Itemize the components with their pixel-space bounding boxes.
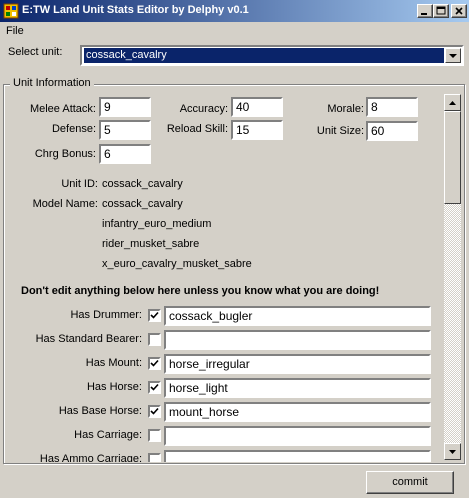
reload-skill-label: Reload Skill: <box>166 123 228 135</box>
has-ammo-carriage-checkbox[interactable] <box>148 453 161 462</box>
has-standard-bearer-checkbox[interactable] <box>148 333 161 346</box>
scroll-track[interactable] <box>444 204 461 443</box>
check-icon <box>150 359 159 367</box>
model-name-1: cossack_cavalry <box>102 198 183 210</box>
scroll-up-button[interactable] <box>444 94 461 111</box>
commit-button[interactable]: commit <box>366 471 454 494</box>
reload-skill-field[interactable]: 15 <box>231 120 283 140</box>
has-base-horse-label: Has Base Horse: <box>58 405 142 417</box>
has-drummer-checkbox[interactable] <box>148 309 161 322</box>
unit-size-label: Unit Size: <box>316 125 364 137</box>
base-horse-field[interactable]: mount_horse <box>164 402 431 422</box>
menu-file[interactable]: File <box>6 25 24 37</box>
arrow-up-icon <box>449 101 456 105</box>
maximize-button[interactable] <box>433 4 449 18</box>
melee-attack-field[interactable]: 9 <box>99 97 151 117</box>
has-carriage-label: Has Carriage: <box>74 429 142 441</box>
unit-id-value: cossack_cavalry <box>102 178 183 190</box>
horse-field[interactable]: horse_light <box>164 378 431 398</box>
ammo-carriage-field[interactable] <box>164 450 431 462</box>
has-standard-bearer-label: Has Standard Bearer: <box>35 333 142 345</box>
select-unit-label: Select unit: <box>8 46 63 58</box>
minimize-button[interactable] <box>417 4 433 18</box>
warning-text: Don't edit anything below here unless yo… <box>21 285 380 297</box>
mount-field[interactable]: horse_irregular <box>164 354 431 374</box>
close-icon <box>455 7 463 15</box>
model-name-3: rider_musket_sabre <box>102 238 200 250</box>
minimize-icon <box>421 13 427 15</box>
check-icon <box>150 311 159 319</box>
drummer-field[interactable]: cossack_bugler <box>164 306 431 326</box>
vertical-scrollbar[interactable] <box>444 94 461 460</box>
accuracy-label: Accuracy: <box>179 103 228 115</box>
standard-bearer-field[interactable] <box>164 330 431 350</box>
morale-label: Morale: <box>327 103 364 115</box>
maximize-icon <box>436 6 446 15</box>
has-ammo-carriage-label: Has Ammo Carriage: <box>39 453 142 462</box>
has-drummer-label: Has Drummer: <box>70 309 142 321</box>
scroll-thumb[interactable] <box>444 111 461 204</box>
defense-field[interactable]: 5 <box>99 120 151 140</box>
unit-select-dropdown[interactable]: cossack_cavalry <box>80 45 464 66</box>
unit-id-label: Unit ID: <box>61 178 98 190</box>
dropdown-button[interactable] <box>445 48 461 63</box>
window-title: E:TW Land Unit Stats Editor by Delphy v0… <box>22 4 249 16</box>
check-icon <box>150 407 159 415</box>
defense-label: Defense: <box>51 123 96 135</box>
model-name-4: x_euro_cavalry_musket_sabre <box>102 258 252 270</box>
accuracy-field[interactable]: 40 <box>231 97 283 117</box>
check-icon <box>150 383 159 391</box>
scroll-down-button[interactable] <box>444 443 461 460</box>
carriage-field[interactable] <box>164 426 431 446</box>
has-horse-checkbox[interactable] <box>148 381 161 394</box>
melee-attack-label: Melee Attack: <box>29 103 96 115</box>
has-mount-checkbox[interactable] <box>148 357 161 370</box>
unit-select-value: cossack_cavalry <box>84 48 444 63</box>
unit-info-panel: Melee Attack: 9 Accuracy: 40 Morale: 8 D… <box>4 86 444 462</box>
charge-bonus-field[interactable]: 6 <box>99 144 151 164</box>
has-base-horse-checkbox[interactable] <box>148 405 161 418</box>
has-horse-label: Has Horse: <box>86 381 142 393</box>
morale-field[interactable]: 8 <box>366 97 418 117</box>
model-name-2: infantry_euro_medium <box>102 218 212 230</box>
unit-size-field[interactable]: 60 <box>366 121 418 141</box>
close-button[interactable] <box>451 4 467 18</box>
model-name-label: Model Name: <box>32 198 98 210</box>
arrow-down-icon <box>449 450 456 454</box>
has-carriage-checkbox[interactable] <box>148 429 161 442</box>
has-mount-label: Has Mount: <box>85 357 142 369</box>
app-icon <box>3 3 19 19</box>
charge-bonus-label: Chrg Bonus: <box>34 148 96 160</box>
chevron-down-icon <box>449 54 457 58</box>
